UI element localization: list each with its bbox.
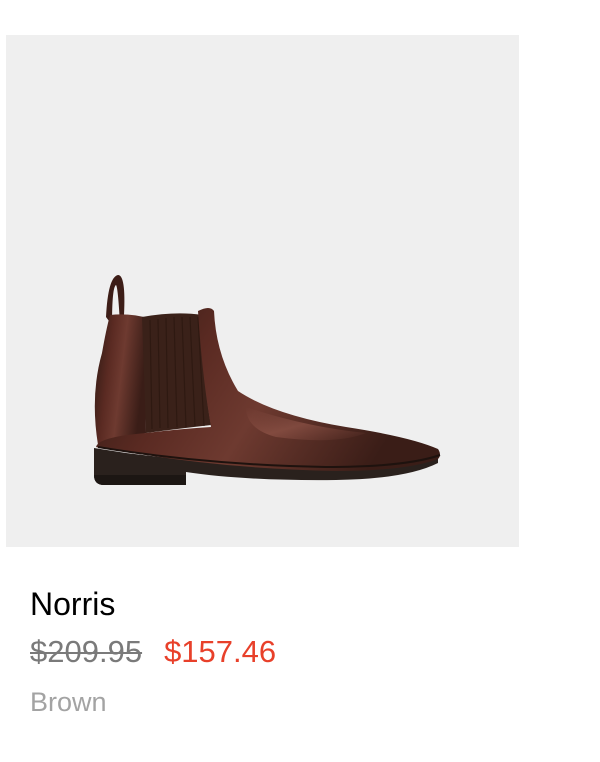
product-image[interactable]	[6, 35, 519, 547]
product-color: Brown	[30, 687, 107, 717]
product-info: Norris $209.95 $157.46 Brown	[30, 580, 570, 720]
product-card[interactable]: Norris $209.95 $157.46 Brown	[0, 0, 600, 762]
price-row: $209.95 $157.46	[30, 634, 570, 678]
sale-price: $157.46	[164, 634, 277, 669]
product-name[interactable]: Norris	[30, 580, 570, 628]
chelsea-boot-icon	[94, 275, 441, 485]
original-price: $209.95	[30, 634, 143, 669]
